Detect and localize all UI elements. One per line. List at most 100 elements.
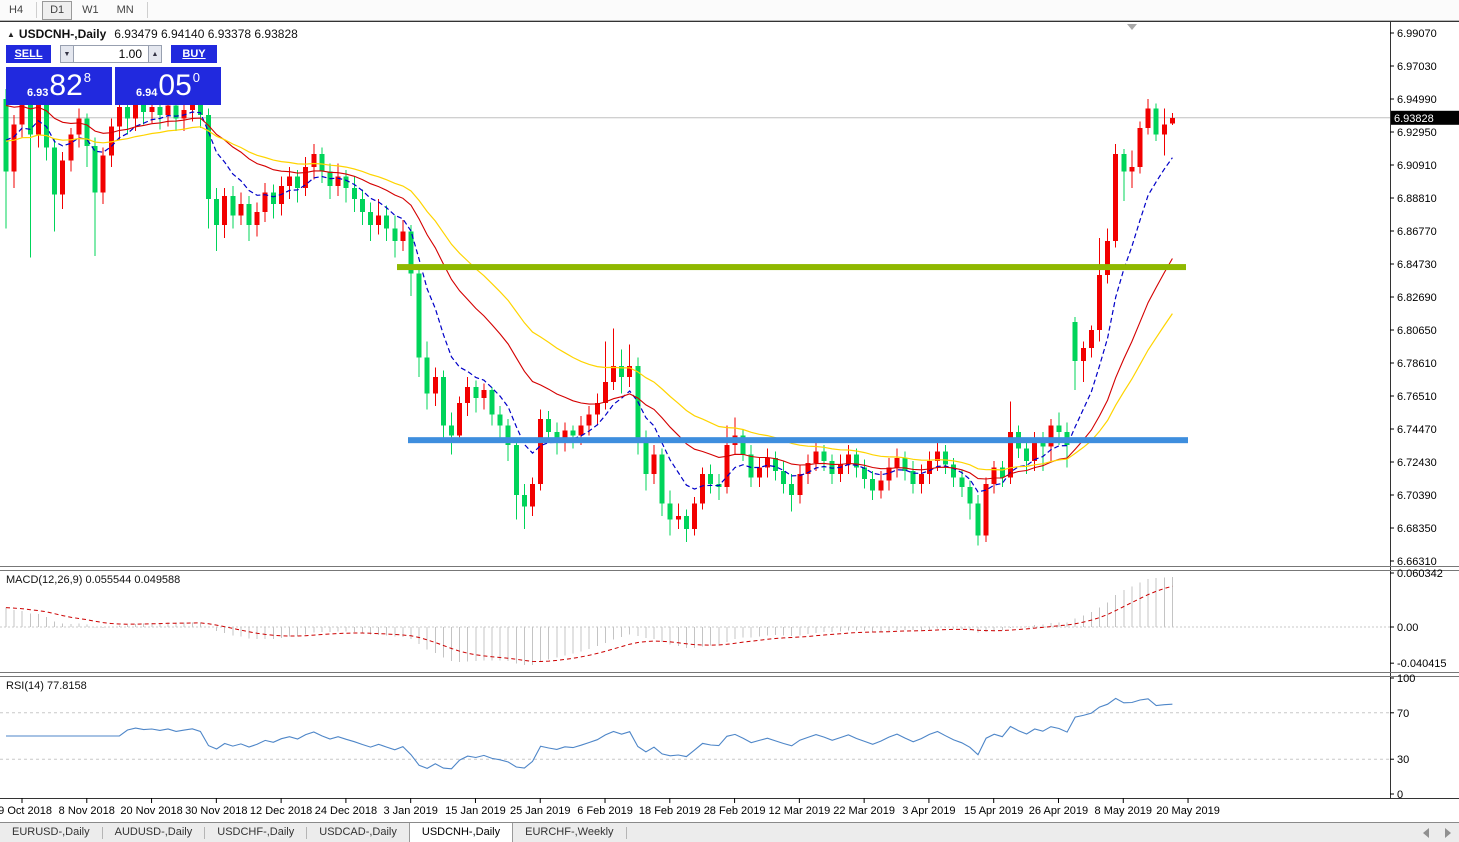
candle-body [60, 160, 66, 195]
candle-body [586, 414, 592, 426]
date-axis-label: 15 Apr 2019 [964, 805, 1023, 817]
candle-body [1161, 124, 1167, 135]
mt4-terminal: H4 D1 W1 MN 6.99070 6.97030 6.94990 6.92950 6.9… [0, 0, 1459, 842]
date-axis-label: 26 Apr 2019 [1029, 805, 1088, 817]
date-axis-label: 28 Feb 2019 [704, 805, 766, 817]
macd-signal-line [5, 585, 1173, 663]
candle-body [643, 438, 649, 475]
chevron-down-icon: ▼ [63, 50, 71, 58]
candle-body [432, 377, 438, 394]
timeframe-button-mn[interactable]: MN [109, 1, 142, 20]
candle-body [530, 483, 535, 507]
rsi-indicator-label: RSI(14) 77.8158 [6, 680, 87, 692]
price-axis-label: 6.66310 [1397, 556, 1437, 568]
date-axis-label: 18 Feb 2019 [639, 805, 701, 817]
candle-body [756, 467, 762, 478]
volume-decrease-spinner[interactable]: ▼ [60, 45, 74, 63]
buy-price-button[interactable]: 6.94 05 0 [115, 67, 221, 105]
sell-price-button[interactable]: 6.93 82 8 [6, 67, 112, 105]
candle-body [416, 273, 422, 358]
current-price-badge-value: 6.93828 [1394, 113, 1434, 125]
date-axis-label: 8 May 2019 [1095, 805, 1152, 817]
candle-body [975, 503, 981, 536]
rsi-line [6, 697, 1173, 770]
candle-body [983, 483, 989, 536]
chart-window[interactable]: 6.99070 6.97030 6.94990 6.92950 6.90910 6.888… [0, 21, 1459, 822]
sell-price-pip: 8 [83, 70, 92, 85]
candle-body [813, 451, 819, 463]
candle-body [214, 199, 220, 226]
candle-body [878, 480, 884, 491]
price-axis-label: 6.88810 [1397, 193, 1437, 205]
candle-body [76, 118, 82, 135]
candle-body [700, 474, 706, 504]
price-chart-canvas[interactable]: 6.99070 6.97030 6.94990 6.92950 6.90910 6.888… [0, 21, 1459, 822]
date-axis-label: 15 Jan 2019 [445, 805, 506, 817]
candle-body [303, 166, 309, 188]
volume-increase-spinner[interactable]: ▲ [148, 45, 162, 63]
date-axis-label: 29 Oct 2018 [0, 805, 52, 817]
candle-body [116, 106, 122, 127]
volume-input[interactable]: 1.00 [74, 45, 148, 63]
candle-body [683, 516, 689, 530]
candle-body [692, 503, 697, 530]
candle-body [546, 419, 552, 433]
sell-price-big: 82 [49, 69, 83, 102]
chart-shift-marker-icon[interactable] [1127, 24, 1137, 30]
macd-indicator-label: MACD(12,26,9) 0.055544 0.049588 [6, 574, 181, 586]
chart-tab-usdcnh-daily[interactable]: USDCNH-,Daily [408, 823, 514, 842]
support-line[interactable] [408, 437, 1188, 444]
candle-body [902, 457, 908, 471]
resistance-line[interactable] [397, 264, 1186, 271]
candle-body [862, 467, 868, 479]
date-axis-label: 24 Dec 2018 [315, 805, 377, 817]
candle-body [1153, 108, 1159, 135]
candle-body [343, 176, 349, 188]
price-axis-label: 6.80650 [1397, 325, 1437, 337]
sell-button[interactable]: SELL [6, 45, 51, 63]
date-axis-label: 6 Feb 2019 [577, 805, 633, 817]
price-axis-label: 6.70390 [1397, 490, 1437, 502]
chart-tab-audusd-daily[interactable]: AUDUSD-,Daily [103, 823, 205, 842]
chart-tab-usdchf-daily[interactable]: USDCHF-,Daily [205, 823, 306, 842]
macd-axis-label: -0.040415 [1397, 658, 1447, 670]
candle-body [951, 464, 957, 478]
tab-scroll-right-icon[interactable] [1445, 828, 1451, 838]
candle-body [270, 192, 276, 204]
chart-tab-usdcad-daily[interactable]: USDCAD-,Daily [307, 823, 409, 842]
candle-body [238, 203, 244, 216]
toolbar-separator [146, 2, 148, 18]
timeframe-button-h4[interactable]: H4 [1, 1, 31, 20]
candle-body [1129, 166, 1135, 172]
price-axis-label: 6.78610 [1397, 358, 1437, 370]
chart-tab-eurusd-daily[interactable]: EURUSD-,Daily [0, 823, 102, 842]
timeframe-button-w1[interactable]: W1 [74, 1, 107, 20]
candles-layer[interactable] [3, 82, 1175, 546]
candle-body [384, 215, 390, 229]
candle-body [1137, 127, 1143, 167]
macd-axis-label: 0.00 [1397, 622, 1418, 634]
candle-body [773, 457, 778, 471]
price-axis-label: 6.72430 [1397, 457, 1437, 469]
candle-body [52, 147, 58, 195]
candle-body [1024, 448, 1030, 462]
chart-ohlc-values: 6.93479 6.94140 6.93378 6.93828 [114, 27, 298, 41]
candle-body [1080, 347, 1086, 361]
tab-scroll-arrows [1423, 823, 1459, 842]
tab-scroll-left-icon[interactable] [1423, 828, 1429, 838]
timeframe-button-d1[interactable]: D1 [42, 0, 73, 20]
candle-body [1145, 108, 1151, 128]
chart-tab-eurchf-weekly[interactable]: EURCHF-,Weekly [513, 823, 625, 842]
candle-body [473, 386, 479, 399]
date-axis-label: 30 Nov 2018 [185, 805, 247, 817]
date-axis-label: 12 Mar 2019 [768, 805, 830, 817]
date-axis-label: 3 Jan 2019 [383, 805, 437, 817]
buy-button[interactable]: BUY [171, 45, 217, 63]
candle-body [513, 445, 519, 496]
candle-body [311, 153, 317, 167]
candle-body [457, 402, 463, 436]
candle-body [165, 105, 171, 116]
rsi-axis-label: 0 [1397, 789, 1403, 801]
candle-body [392, 228, 398, 242]
collapse-arrow-icon[interactable]: ▲ [7, 30, 15, 39]
